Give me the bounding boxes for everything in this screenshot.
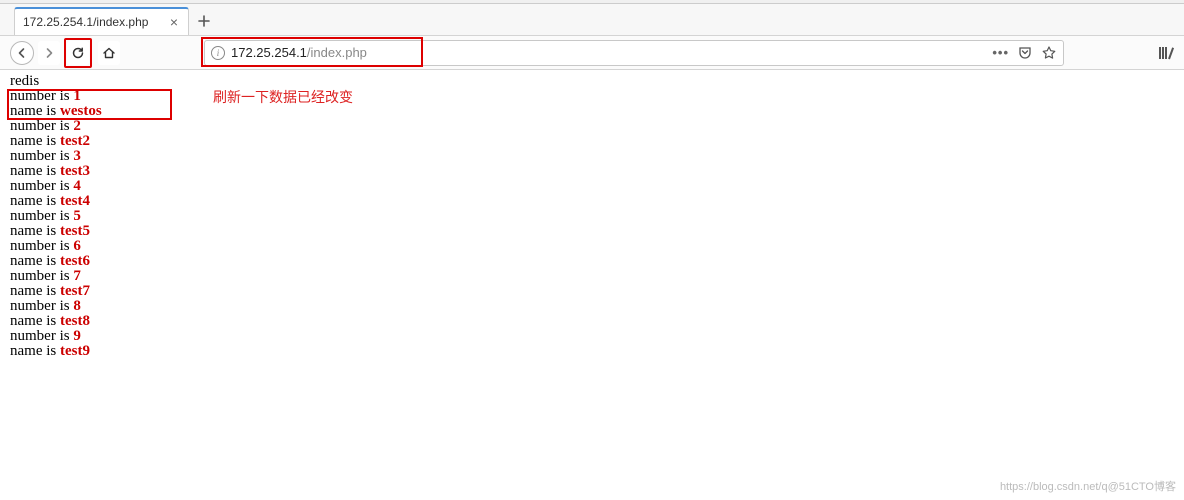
- name-line: name is westos: [10, 104, 1174, 119]
- home-button[interactable]: [98, 41, 120, 65]
- info-icon[interactable]: i: [211, 46, 225, 60]
- bookmark-star-icon[interactable]: [1041, 45, 1057, 61]
- urlbar-actions: •••: [992, 45, 1057, 61]
- page-actions-icon[interactable]: •••: [992, 45, 1009, 60]
- name-line: name is test4: [10, 194, 1174, 209]
- page-header: redis: [10, 74, 1174, 89]
- name-line: name is test2: [10, 134, 1174, 149]
- highlight-reload: [64, 38, 92, 68]
- number-line: number is 4: [10, 179, 1174, 194]
- name-line: name is test6: [10, 254, 1174, 269]
- number-line: number is 9: [10, 329, 1174, 344]
- name-line: name is test5: [10, 224, 1174, 239]
- library-icon[interactable]: [1159, 47, 1170, 59]
- number-line: number is 1: [10, 89, 1174, 104]
- home-icon: [102, 46, 116, 60]
- toolbar-right: [1159, 47, 1170, 59]
- name-line: name is test9: [10, 344, 1174, 359]
- arrow-left-icon: [16, 47, 28, 59]
- number-line: number is 8: [10, 299, 1174, 314]
- forward-button[interactable]: [38, 41, 60, 65]
- pocket-icon[interactable]: [1017, 45, 1033, 61]
- arrow-right-icon: [43, 47, 55, 59]
- tab-title: 172.25.254.1/index.php: [23, 15, 148, 29]
- active-tab[interactable]: 172.25.254.1/index.php ×: [14, 7, 189, 35]
- url-host: 172.25.254.1: [231, 45, 307, 60]
- tab-strip: 172.25.254.1/index.php ×: [0, 4, 1184, 36]
- reload-button[interactable]: [67, 41, 89, 65]
- data-rows: number is 1name is westosnumber is 2name…: [10, 89, 1174, 359]
- number-line: number is 6: [10, 239, 1174, 254]
- back-button[interactable]: [10, 41, 34, 65]
- annotation-text: 刷新一下数据已经改变: [213, 90, 353, 104]
- number-line: number is 3: [10, 149, 1174, 164]
- name-line: name is test7: [10, 284, 1174, 299]
- url-path: /index.php: [307, 45, 367, 60]
- number-line: number is 7: [10, 269, 1174, 284]
- urlbar[interactable]: i 172.25.254.1/index.php •••: [204, 40, 1064, 66]
- close-icon[interactable]: ×: [168, 14, 180, 30]
- watermark: https://blog.csdn.net/q@51CTO博客: [1000, 478, 1176, 494]
- new-tab-button[interactable]: [189, 7, 219, 35]
- plus-icon: [198, 15, 210, 27]
- urlbar-container: i 172.25.254.1/index.php •••: [204, 40, 1145, 66]
- nav-toolbar: i 172.25.254.1/index.php •••: [0, 36, 1184, 70]
- reload-icon: [71, 46, 85, 60]
- number-line: number is 2: [10, 119, 1174, 134]
- number-line: number is 5: [10, 209, 1174, 224]
- page-content: 刷新一下数据已经改变 redis number is 1name is west…: [0, 70, 1184, 363]
- name-line: name is test3: [10, 164, 1174, 179]
- name-line: name is test8: [10, 314, 1174, 329]
